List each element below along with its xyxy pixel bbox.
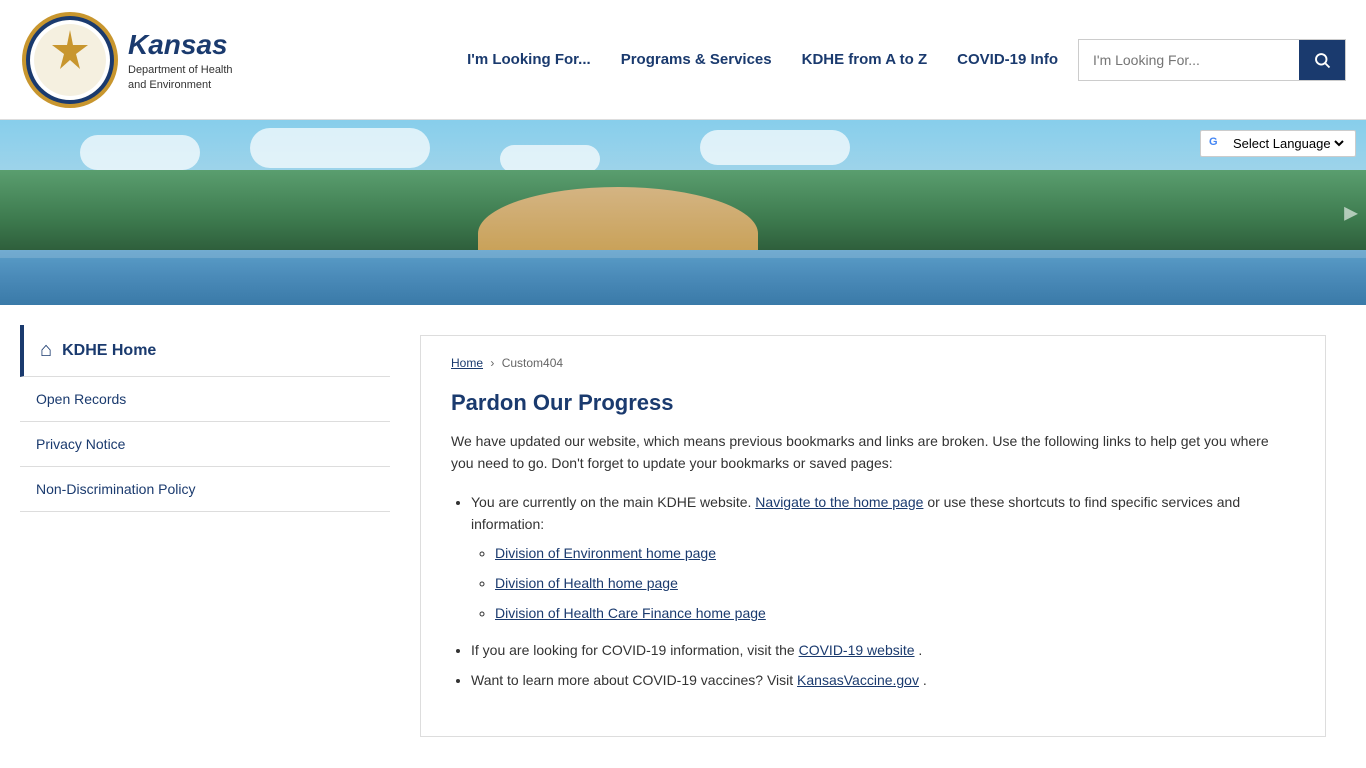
google-translate-icon: G bbox=[1209, 136, 1225, 152]
sidebar-item-non-discrimination[interactable]: Non-Discrimination Policy bbox=[20, 467, 390, 512]
content-area: Home › Custom404 Pardon Our Progress We … bbox=[400, 325, 1346, 747]
nav-looking-for[interactable]: I'm Looking For... bbox=[467, 51, 591, 68]
hero-landscape: ▶ bbox=[0, 120, 1366, 305]
sidebar-home-item[interactable]: ⌂ KDHE Home bbox=[20, 325, 390, 377]
main-list: You are currently on the main KDHE websi… bbox=[471, 491, 1295, 692]
scroll-indicator: ▶ bbox=[1344, 202, 1358, 223]
breadcrumb: Home › Custom404 bbox=[451, 356, 1295, 370]
bullet2-text: If you are looking for COVID-19 informat… bbox=[471, 642, 795, 658]
covid-website-link[interactable]: COVID-19 website bbox=[799, 642, 915, 658]
main-container: ⌂ KDHE Home Open Records Privacy Notice … bbox=[0, 305, 1366, 767]
language-select[interactable]: Select Language Spanish French German bbox=[1229, 135, 1347, 152]
nav-programs-services[interactable]: Programs & Services bbox=[621, 51, 772, 68]
cloud-3 bbox=[500, 145, 600, 173]
cloud-2 bbox=[250, 128, 430, 168]
logo-text: Kansas Department of Healthand Environme… bbox=[128, 27, 233, 92]
kansas-vaccine-link[interactable]: KansasVaccine.gov bbox=[797, 672, 919, 688]
list-item-vaccine: Want to learn more about COVID-19 vaccin… bbox=[471, 669, 1295, 691]
logo-area: Kansas Department of Healthand Environme… bbox=[20, 10, 233, 110]
content-intro: We have updated our website, which means… bbox=[451, 430, 1295, 475]
bullet3-after: . bbox=[923, 672, 927, 688]
list-item-covid: If you are looking for COVID-19 informat… bbox=[471, 639, 1295, 661]
search-icon bbox=[1313, 51, 1331, 69]
nav-kdhe-a-to-z[interactable]: KDHE from A to Z bbox=[802, 51, 928, 68]
sub-list: Division of Environment home page Divisi… bbox=[495, 542, 1295, 625]
nav-covid19-info[interactable]: COVID-19 Info bbox=[957, 51, 1058, 68]
hero-image: ▶ G Select Language Spanish French Germa… bbox=[0, 120, 1366, 305]
env-home-link[interactable]: Division of Environment home page bbox=[495, 545, 716, 561]
cloud-4 bbox=[700, 130, 850, 165]
page-title: Pardon Our Progress bbox=[451, 390, 1295, 416]
navigate-home-link[interactable]: Navigate to the home page bbox=[755, 494, 923, 510]
content-box: Home › Custom404 Pardon Our Progress We … bbox=[420, 335, 1326, 737]
bullet2-after: . bbox=[918, 642, 922, 658]
search-button[interactable] bbox=[1299, 39, 1345, 81]
water-glare bbox=[0, 250, 1366, 258]
site-header: Kansas Department of Healthand Environme… bbox=[0, 0, 1366, 120]
home-icon: ⌂ bbox=[40, 339, 52, 362]
sub-item-health: Division of Health home page bbox=[495, 572, 1295, 594]
sidebar-item-open-records[interactable]: Open Records bbox=[20, 377, 390, 422]
search-area bbox=[1078, 39, 1346, 81]
health-home-link[interactable]: Division of Health home page bbox=[495, 575, 678, 591]
cloud-1 bbox=[80, 135, 200, 170]
bullet3-text: Want to learn more about COVID-19 vaccin… bbox=[471, 672, 793, 688]
sidebar: ⌂ KDHE Home Open Records Privacy Notice … bbox=[20, 325, 390, 747]
breadcrumb-current: Custom404 bbox=[502, 356, 563, 370]
language-selector[interactable]: G Select Language Spanish French German bbox=[1200, 130, 1356, 157]
logo-seal bbox=[20, 10, 120, 110]
logo-dept: Department of Healthand Environment bbox=[128, 63, 233, 92]
sub-item-environment: Division of Environment home page bbox=[495, 542, 1295, 564]
breadcrumb-separator: › bbox=[490, 356, 494, 370]
hcf-home-link[interactable]: Division of Health Care Finance home pag… bbox=[495, 605, 766, 621]
logo-kansas: Kansas bbox=[128, 27, 233, 63]
sidebar-home-label: KDHE Home bbox=[62, 342, 156, 360]
main-nav: I'm Looking For... Programs & Services K… bbox=[467, 51, 1058, 68]
water bbox=[0, 250, 1366, 306]
search-input[interactable] bbox=[1079, 44, 1299, 76]
sub-item-healthcare-finance: Division of Health Care Finance home pag… bbox=[495, 602, 1295, 624]
bullet1-text: You are currently on the main KDHE websi… bbox=[471, 494, 751, 510]
sidebar-item-privacy-notice[interactable]: Privacy Notice bbox=[20, 422, 390, 467]
list-item-1: You are currently on the main KDHE websi… bbox=[471, 491, 1295, 625]
breadcrumb-home-link[interactable]: Home bbox=[451, 356, 483, 370]
